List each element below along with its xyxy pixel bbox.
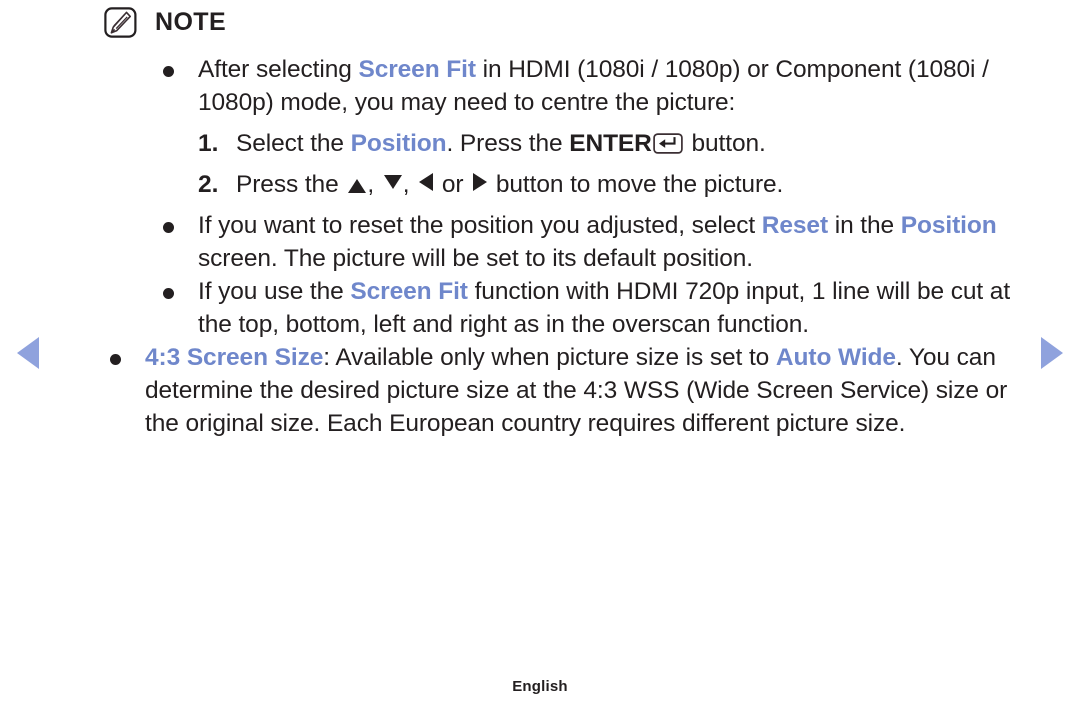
text-segment: After selecting — [198, 56, 359, 83]
note-body: After selecting Screen Fit in HDMI (1080… — [0, 53, 1080, 440]
highlight-screen-fit: Screen Fit — [350, 278, 468, 305]
list-item: If you use the Screen Fit function with … — [0, 275, 1080, 341]
triangle-up-icon — [348, 179, 367, 193]
highlight-43-screen-size: 4:3 Screen Size — [145, 344, 324, 371]
numbered-step-1: 1. Select the Position. Press the ENTER … — [0, 127, 1080, 160]
bullet-dot-icon — [163, 222, 174, 233]
triangle-left-icon — [419, 173, 434, 191]
step-number: 1. — [198, 130, 219, 157]
text-segment: or — [435, 171, 471, 198]
numbered-step-2: 2. Press the , , or button to move the p… — [0, 168, 1080, 201]
step-text-2: Press the , , or button to move the pict… — [236, 168, 1080, 201]
text-segment: button. — [684, 130, 766, 157]
enter-key-icon — [653, 133, 683, 154]
step-text-1: Select the Position. Press the ENTER but… — [236, 127, 1080, 160]
bullet-dot-icon — [163, 288, 174, 299]
highlight-auto-wide: Auto Wide — [775, 344, 896, 371]
highlight-position: Position — [350, 130, 447, 157]
text-segment: If you want to reset the position you ad… — [198, 212, 762, 239]
page-footer-language: English — [512, 678, 568, 695]
text-segment: If you use the — [198, 278, 351, 305]
text-segment: button to move the picture. — [489, 171, 784, 198]
highlight-reset: Reset — [761, 212, 829, 239]
enter-label: ENTER — [569, 130, 652, 157]
highlight-screen-fit: Screen Fit — [358, 56, 476, 83]
text-segment: in the — [828, 212, 901, 239]
bullet-dot-icon — [163, 66, 174, 77]
list-item: After selecting Screen Fit in HDMI (1080… — [0, 53, 1080, 119]
bullet-text-43-screen-size: 4:3 Screen Size: Available only when pic… — [145, 341, 1040, 440]
bullet-text-screen-fit-720p: If you use the Screen Fit function with … — [198, 275, 1040, 341]
text-segment: screen. The picture will be set to its d… — [198, 245, 754, 272]
bullet-text-reset-position: If you want to reset the position you ad… — [198, 209, 1040, 275]
note-header: NOTE — [104, 7, 226, 38]
triangle-down-icon — [383, 175, 402, 189]
list-item: If you want to reset the position you ad… — [0, 209, 1080, 275]
text-segment: Select the — [236, 130, 351, 157]
bullet-text-screen-fit-centre: After selecting Screen Fit in HDMI (1080… — [198, 53, 1040, 119]
text-segment: . Press the — [446, 130, 570, 157]
step-number: 2. — [198, 171, 219, 198]
note-pencil-icon — [104, 7, 137, 38]
text-segment: : Available only when picture size is se… — [323, 344, 776, 371]
text-segment: , — [367, 171, 381, 198]
manual-page: NOTE After selecting Screen Fit in HDMI … — [0, 0, 1080, 705]
list-item: 4:3 Screen Size: Available only when pic… — [0, 341, 1080, 440]
triangle-right-icon — [473, 173, 488, 191]
highlight-position: Position — [900, 212, 997, 239]
bullet-dot-icon — [110, 354, 121, 365]
text-segment: , — [402, 171, 417, 198]
text-segment: Press the — [236, 171, 346, 198]
note-title: NOTE — [155, 8, 227, 36]
